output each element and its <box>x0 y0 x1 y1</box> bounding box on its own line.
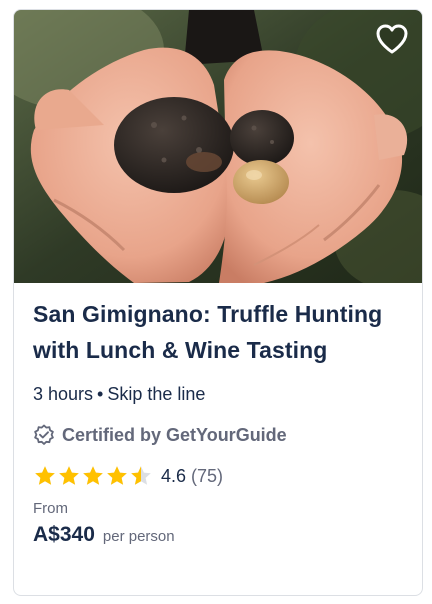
rating-value: 4.6 <box>161 465 187 486</box>
certified-badge: Certified by GetYourGuide <box>33 423 408 447</box>
star-icon <box>83 466 103 485</box>
price-value: A$340 <box>33 523 95 546</box>
price-unit: per person <box>102 528 175 545</box>
shield-check-icon <box>34 424 54 445</box>
star-icon <box>35 466 55 485</box>
card-body: San Gimignano: Truffle Hunting with Lunc… <box>33 296 408 547</box>
star-icon <box>59 466 79 485</box>
price-row: A$340 per person <box>33 523 408 547</box>
duration-text: 3 hours <box>33 384 94 404</box>
activity-meta: 3 hours • Skip the line <box>33 382 408 406</box>
rating-stars <box>33 464 153 488</box>
activity-card[interactable]: San Gimignano: Truffle Hunting with Lunc… <box>13 9 423 596</box>
activity-photo[interactable] <box>14 10 423 283</box>
meta-separator: • <box>97 384 104 404</box>
rating-row: 4.6 (75) <box>33 463 408 489</box>
heart-outline-icon <box>376 24 408 54</box>
price-from-label: From <box>33 500 68 517</box>
star-icon <box>131 466 151 485</box>
feature-text: Skip the line <box>107 384 206 404</box>
star-icon <box>107 466 127 485</box>
wishlist-button[interactable] <box>374 21 410 57</box>
rating-count: (75) <box>191 465 224 486</box>
activity-title[interactable]: San Gimignano: Truffle Hunting with Lunc… <box>33 296 408 368</box>
certified-text: Certified by GetYourGuide <box>62 425 287 445</box>
